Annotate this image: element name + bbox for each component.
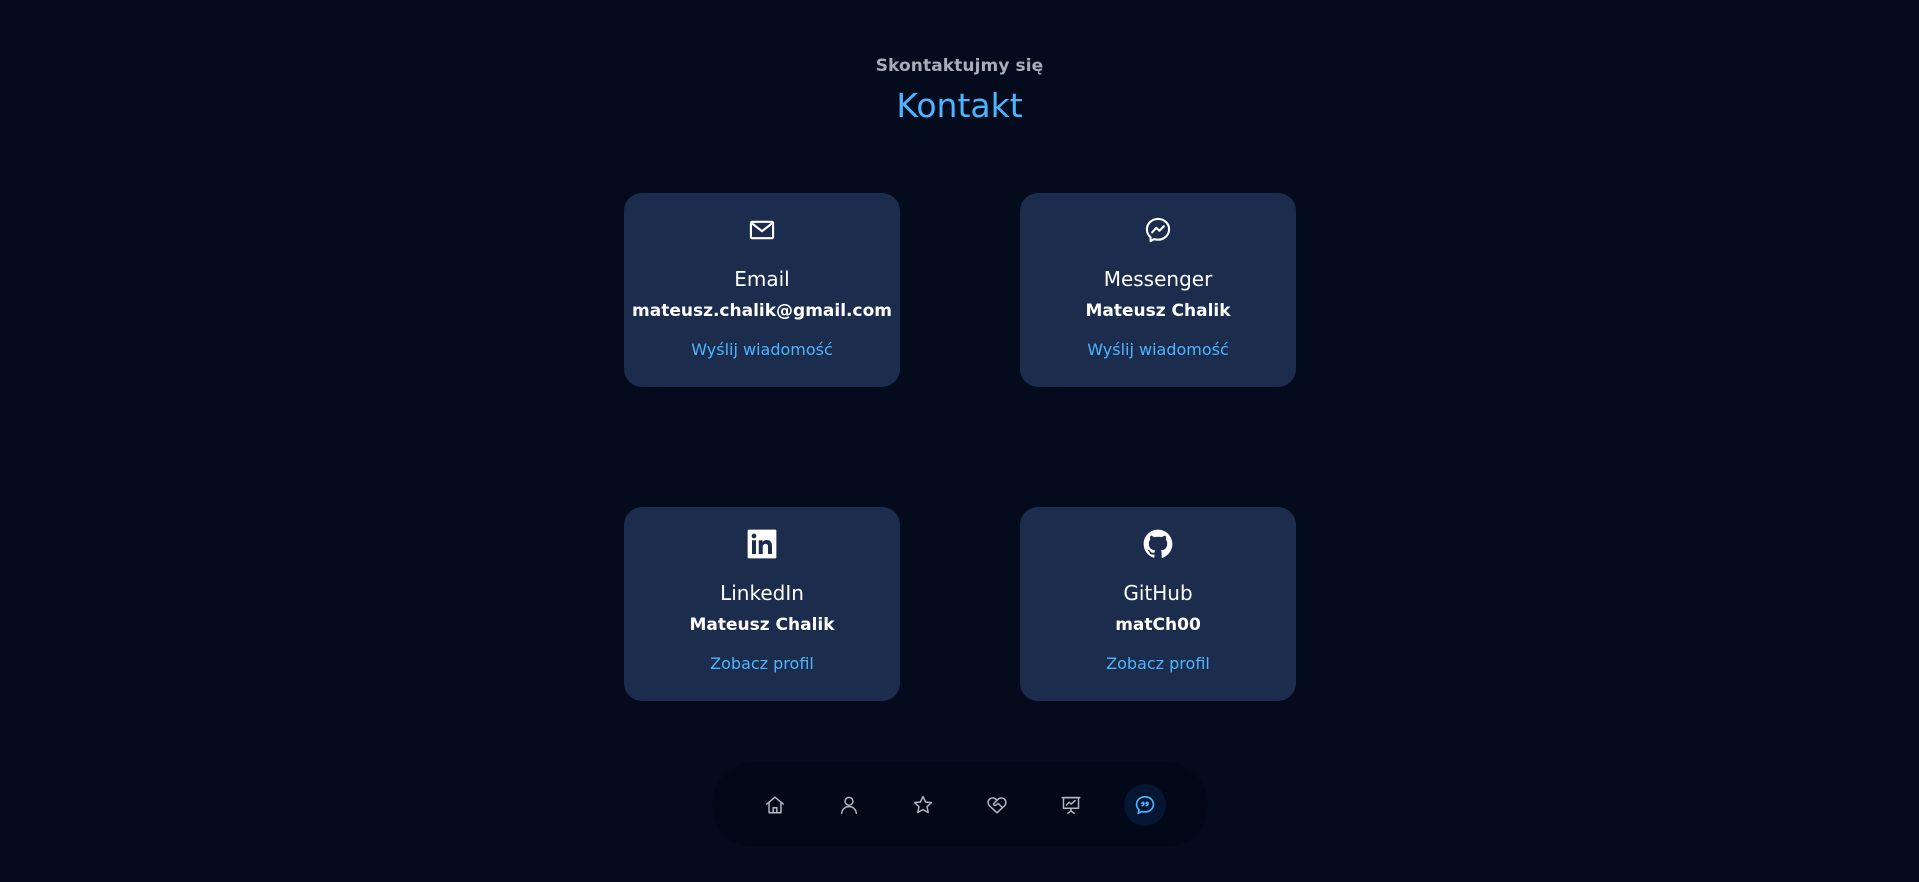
home-icon bbox=[764, 794, 786, 816]
contact-card-github: GitHub matCh00 Zobacz profil bbox=[1020, 507, 1296, 701]
contact-card-value: mateusz.chalik@gmail.com bbox=[632, 301, 892, 321]
nav-item-skills[interactable] bbox=[902, 784, 944, 826]
view-profile-link[interactable]: Zobacz profil bbox=[1020, 654, 1296, 673]
nav-item-home[interactable] bbox=[754, 784, 796, 826]
contact-card-label: GitHub bbox=[1123, 581, 1193, 605]
chat-icon bbox=[1134, 794, 1156, 816]
send-message-link[interactable]: Wyślij wiadomość bbox=[1020, 340, 1296, 359]
contact-card-email: Email mateusz.chalik@gmail.com Wyślij wi… bbox=[624, 193, 900, 387]
contact-card-value: Mateusz Chalik bbox=[1085, 301, 1231, 321]
github-icon bbox=[1143, 529, 1173, 559]
contact-card-label: LinkedIn bbox=[720, 581, 804, 605]
nav-item-about[interactable] bbox=[828, 784, 870, 826]
contact-card-label: Email bbox=[734, 267, 790, 291]
contact-card-messenger: Messenger Mateusz Chalik Wyślij wiadomoś… bbox=[1020, 193, 1296, 387]
contact-card-value: Mateusz Chalik bbox=[689, 615, 835, 635]
view-profile-link[interactable]: Zobacz profil bbox=[624, 654, 900, 673]
nav-item-contact[interactable] bbox=[1124, 784, 1166, 826]
section-title: Kontakt bbox=[896, 86, 1023, 125]
section-header: Skontaktujmy się Kontakt bbox=[0, 56, 1919, 125]
bottom-nav bbox=[712, 762, 1208, 847]
contact-card-label: Messenger bbox=[1103, 267, 1213, 291]
section-subtitle: Skontaktujmy się bbox=[875, 56, 1044, 76]
contact-card-linkedin: LinkedIn Mateusz Chalik Zobacz profil bbox=[624, 507, 900, 701]
star-icon bbox=[912, 794, 934, 816]
linkedin-icon bbox=[747, 529, 777, 559]
mail-icon bbox=[747, 215, 777, 245]
send-message-link[interactable]: Wyślij wiadomość bbox=[624, 340, 900, 359]
messenger-icon bbox=[1143, 215, 1173, 245]
heart-handshake-icon bbox=[986, 794, 1008, 816]
contact-card-value: matCh00 bbox=[1115, 615, 1201, 635]
user-icon bbox=[838, 794, 860, 816]
nav-item-services[interactable] bbox=[976, 784, 1018, 826]
nav-item-portfolio[interactable] bbox=[1050, 784, 1092, 826]
presentation-icon bbox=[1060, 794, 1082, 816]
